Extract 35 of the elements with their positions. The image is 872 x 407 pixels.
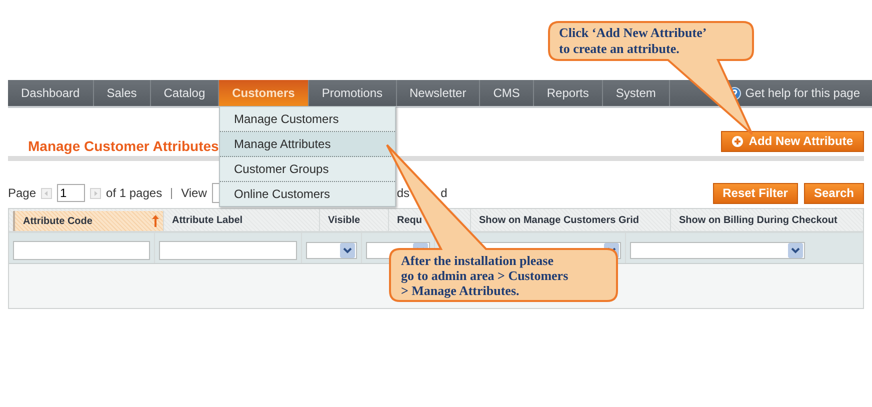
callout-text: go to admin area > Customers	[401, 268, 568, 283]
callout-text: Click ‘Add New Attribute’	[559, 25, 707, 41]
callout-text: After the installation please	[401, 253, 554, 268]
nav-tab[interactable]: Customers	[219, 80, 309, 106]
menu-item[interactable]: Manage Attributes	[220, 132, 395, 157]
add-new-attribute-button[interactable]: Add New Attribute	[720, 130, 864, 152]
sort-arrow-icon	[152, 215, 159, 227]
help-link[interactable]: Get help for this page	[745, 86, 860, 100]
callout-text: > Manage Attributes.	[401, 283, 520, 298]
nav-tab[interactable]: Dashboard	[8, 80, 94, 106]
plus-icon	[732, 136, 743, 146]
column-header[interactable]: Show on Billing During Checkout	[675, 214, 838, 226]
callout-text: to create an attribute.	[559, 41, 680, 57]
nav-tab[interactable]: Reports	[534, 80, 603, 106]
nav-tab[interactable]: Sales	[94, 80, 151, 106]
nav-tab[interactable]: CMS	[480, 80, 534, 106]
column-header[interactable]: Show on Manage Customers Grid	[475, 214, 640, 226]
records-text: ds	[396, 186, 410, 200]
menu-item[interactable]: Online Customers	[220, 182, 395, 206]
page-title: Manage Customer Attributes	[27, 137, 219, 154]
action-button[interactable]: Reset Filter	[712, 182, 798, 204]
nav-tab[interactable]: Newsletter	[396, 80, 480, 106]
column-header[interactable]: Visible	[324, 214, 360, 226]
view-label: View	[181, 186, 207, 200]
column-header[interactable]: Attribute Label	[168, 214, 243, 226]
page-number-field[interactable]: 1	[57, 184, 86, 202]
filter-field[interactable]	[159, 240, 297, 260]
filter-select[interactable]	[306, 242, 357, 258]
records-text: d	[440, 186, 448, 200]
filter-field[interactable]	[13, 240, 150, 260]
nav-tab[interactable]: System	[602, 80, 670, 106]
column-header[interactable]: Requ	[393, 214, 422, 226]
action-button[interactable]: Search	[804, 182, 864, 204]
page-label: Page	[8, 186, 36, 200]
page-count-text: of 1 pages	[106, 186, 162, 200]
